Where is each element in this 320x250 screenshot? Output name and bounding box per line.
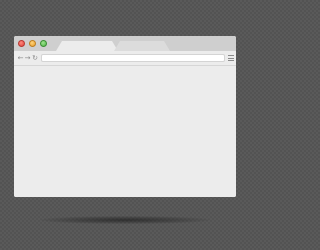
back-arrow-icon[interactable]: ← [17,52,24,64]
close-window-button[interactable] [18,40,25,47]
forward-arrow-icon[interactable]: → [24,52,31,64]
address-bar[interactable] [41,54,225,62]
browser-toolbar: ← → ↻ [14,51,236,66]
window-shadow [40,216,210,224]
menu-line [228,57,234,59]
page-content-area[interactable] [14,66,236,197]
hamburger-menu-icon[interactable] [228,55,234,61]
minimize-window-button[interactable] [29,40,36,47]
tab-active[interactable] [56,41,118,51]
title-bar [14,36,236,51]
menu-line [228,60,234,61]
browser-window: ← → ↻ [14,36,236,197]
menu-line [228,55,234,56]
maximize-window-button[interactable] [40,40,47,47]
tab-inactive[interactable] [114,41,170,51]
reload-icon[interactable]: ↻ [31,52,39,64]
